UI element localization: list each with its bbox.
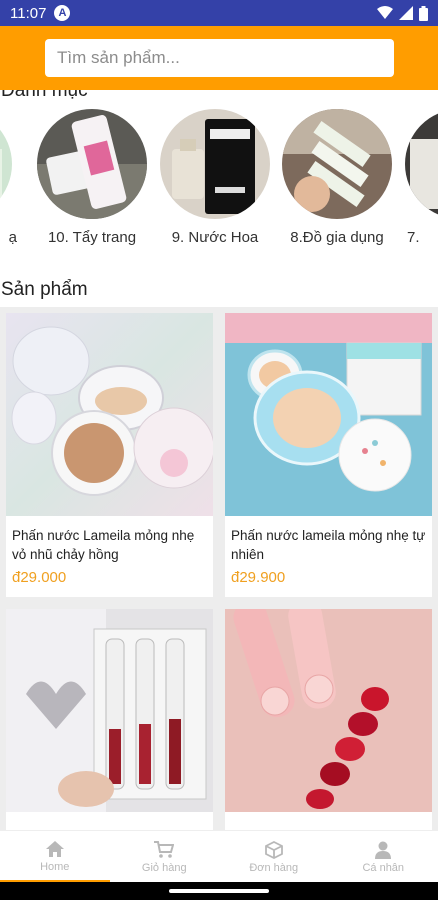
category-label: 9. Nước Hoa <box>171 229 259 246</box>
category-image <box>160 109 270 219</box>
nav-cart-label: Giỏ hàng <box>141 861 187 874</box>
nav-home-label: Home <box>40 861 70 873</box>
home-icon <box>45 841 64 857</box>
box-icon <box>264 840 283 859</box>
user-icon <box>375 841 392 859</box>
nav-profile-label: Cá nhân <box>362 861 405 874</box>
product-name: Phấn nước Lameila mỏng nhẹ vỏ nhũ chảy h… <box>12 528 195 562</box>
category-image <box>0 109 12 219</box>
category-label: 8.Đồ gia dụng <box>290 229 384 246</box>
nav-orders-label: Đơn hàng <box>249 861 299 874</box>
product-image <box>225 609 432 812</box>
category-label: 10. Tẩy trang <box>47 229 137 246</box>
nav-home[interactable]: Home <box>0 831 110 883</box>
product-card[interactable] <box>6 609 213 830</box>
signal-icon <box>399 6 413 20</box>
category-item[interactable]: 9. Nước Hoa <box>155 106 275 256</box>
search-header: Tìm sản phẩm... <box>0 26 438 90</box>
search-input[interactable]: Tìm sản phẩm... <box>45 39 394 77</box>
home-gesture-handle[interactable] <box>169 889 269 893</box>
wifi-icon <box>377 6 393 19</box>
bottom-navigation: Home Giỏ hàng Đơn hàng Cá nhân <box>0 830 438 883</box>
category-list[interactable]: ạ 10. Tẩy trang 9. Nước Hoa 8.Đồ gia dụn… <box>0 106 438 256</box>
nav-orders[interactable]: Đơn hàng <box>219 831 329 883</box>
product-card[interactable]: Phấn nước lameila mỏng nhẹ tự nhiên đ29.… <box>225 313 432 597</box>
category-item[interactable]: 8.Đồ gia dụng <box>277 106 397 256</box>
category-heading-clip: Danh mục <box>0 90 438 102</box>
category-image <box>37 109 147 219</box>
category-item[interactable]: 7. <box>400 106 438 256</box>
category-item[interactable]: ạ <box>0 106 17 256</box>
battery-icon <box>419 5 428 21</box>
app-notification-icon: A <box>54 5 71 21</box>
nav-cart[interactable]: Giỏ hàng <box>110 831 220 883</box>
product-card[interactable] <box>225 609 432 830</box>
product-image <box>6 313 213 516</box>
search-placeholder: Tìm sản phẩm... <box>57 48 180 67</box>
product-card[interactable]: Phấn nước Lameila mỏng nhẹ vỏ nhũ chảy h… <box>6 313 213 597</box>
status-bar: 11:07 A <box>0 0 438 26</box>
category-item[interactable]: 10. Tẩy trang <box>32 106 152 256</box>
cart-icon <box>154 840 175 858</box>
category-image <box>282 109 392 219</box>
product-image <box>6 609 213 812</box>
category-label: 7. <box>407 229 420 246</box>
category-label: ạ <box>8 229 17 246</box>
product-name: Phấn nước lameila mỏng nhẹ tự nhiên <box>231 528 426 562</box>
category-heading: Danh mục <box>1 90 88 101</box>
products-heading: Sản phẩm <box>1 279 88 300</box>
status-time: 11:07 <box>10 4 47 22</box>
product-price: đ29.000 <box>12 569 67 586</box>
category-image <box>405 109 438 219</box>
system-navigation-bar <box>0 882 438 900</box>
product-image <box>225 313 432 516</box>
nav-profile[interactable]: Cá nhân <box>329 831 438 883</box>
product-price: đ29.900 <box>231 569 286 586</box>
